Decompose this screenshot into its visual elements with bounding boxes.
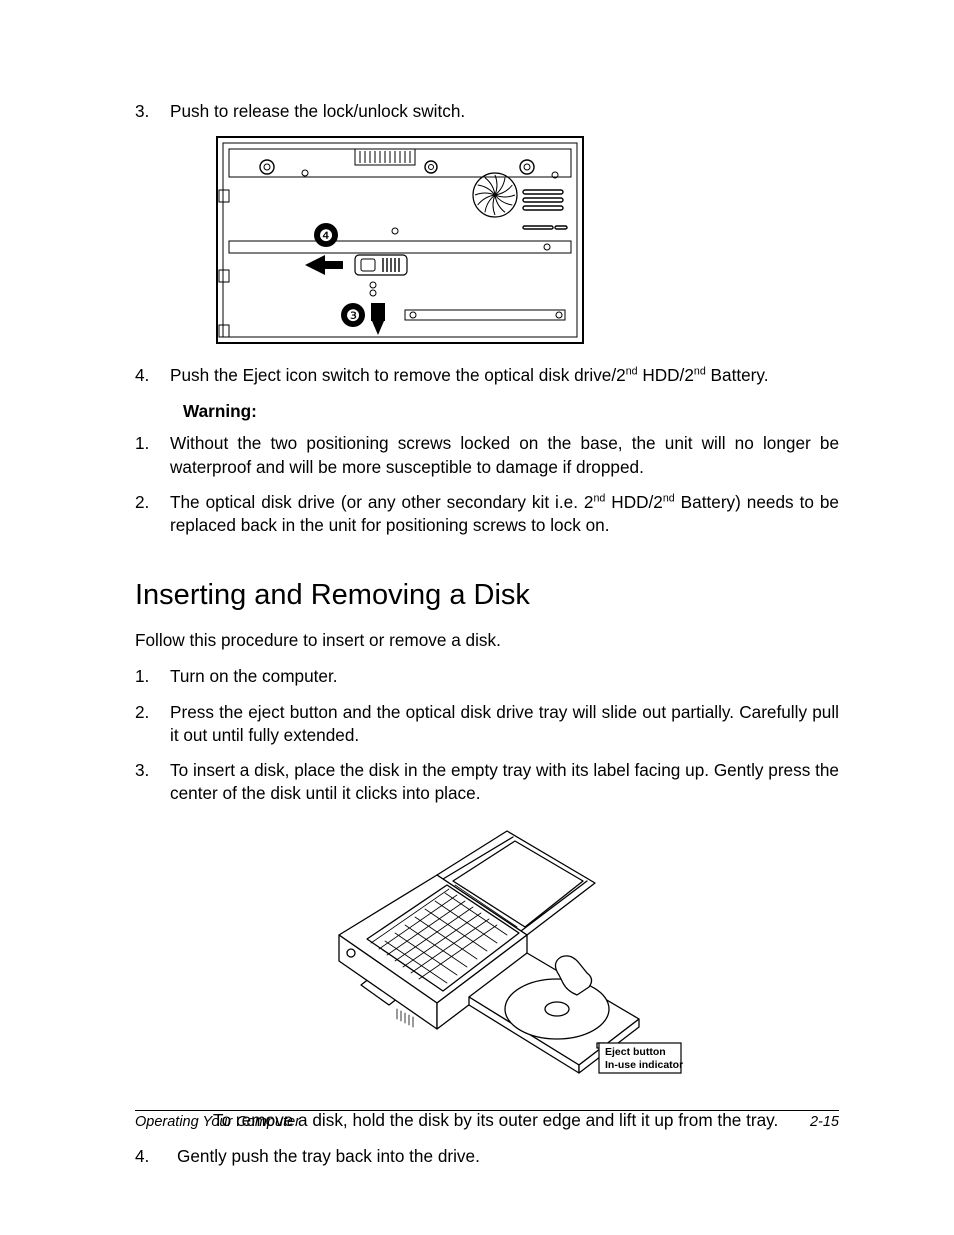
procedure-4-row: 4. Gently push the tray back into the dr… — [135, 1145, 839, 1168]
procedure-1-number: 1. — [135, 665, 170, 688]
procedure-1-text: Turn on the computer. — [170, 665, 839, 688]
footer-left: Operating Your Computer — [135, 1114, 300, 1130]
laptop-underside-diagram: ❹ ❸ — [215, 135, 585, 345]
lead-paragraph: Follow this procedure to insert or remov… — [135, 630, 839, 651]
step-4-row: 4. Push the Eject icon switch to remove … — [135, 364, 839, 387]
warning-1-number: 1. — [135, 432, 170, 478]
figure1-marker3: ❸ — [346, 308, 360, 325]
page-footer: Operating Your Computer 2-15 — [135, 1110, 839, 1130]
figure-1: ❹ ❸ — [215, 135, 839, 350]
warning-2-text: The optical disk drive (or any other sec… — [170, 491, 839, 537]
procedure-3-text: To insert a disk, place the disk in the … — [170, 759, 839, 805]
step-4-number: 4. — [135, 364, 170, 387]
procedure-2-number: 2. — [135, 701, 170, 747]
warning-1-text: Without the two positioning screws locke… — [170, 432, 839, 478]
procedure-2-row: 2. Press the eject button and the optica… — [135, 701, 839, 747]
procedure-2-text: Press the eject button and the optical d… — [170, 701, 839, 747]
warning-2-row: 2. The optical disk drive (or any other … — [135, 491, 839, 537]
step-3-text: Push to release the lock/unlock switch. — [170, 100, 839, 123]
procedure-1-row: 1. Turn on the computer. — [135, 665, 839, 688]
figure-2: Eject button In-use indicator — [135, 823, 839, 1083]
procedure-4-text: Gently push the tray back into the drive… — [177, 1145, 839, 1168]
warning-1-row: 1. Without the two positioning screws lo… — [135, 432, 839, 478]
warning-2-number: 2. — [135, 491, 170, 537]
step-3-number: 3. — [135, 100, 170, 123]
page: 3. Push to release the lock/unlock switc… — [0, 0, 954, 1235]
laptop-disk-insert-diagram: Eject button In-use indicator — [287, 823, 687, 1083]
warning-label: Warning: — [183, 401, 839, 422]
footer-right: 2-15 — [810, 1114, 839, 1130]
figure1-marker4: ❹ — [319, 228, 333, 245]
procedure-4-number: 4. — [135, 1145, 177, 1168]
figure2-label1: Eject button — [605, 1046, 666, 1058]
figure2-label2: In-use indicator — [605, 1059, 683, 1071]
step-4-text: Push the Eject icon switch to remove the… — [170, 364, 839, 387]
section-heading: Inserting and Removing a Disk — [135, 579, 839, 612]
procedure-3-row: 3. To insert a disk, place the disk in t… — [135, 759, 839, 805]
step-3-row: 3. Push to release the lock/unlock switc… — [135, 100, 839, 123]
procedure-3-number: 3. — [135, 759, 170, 805]
